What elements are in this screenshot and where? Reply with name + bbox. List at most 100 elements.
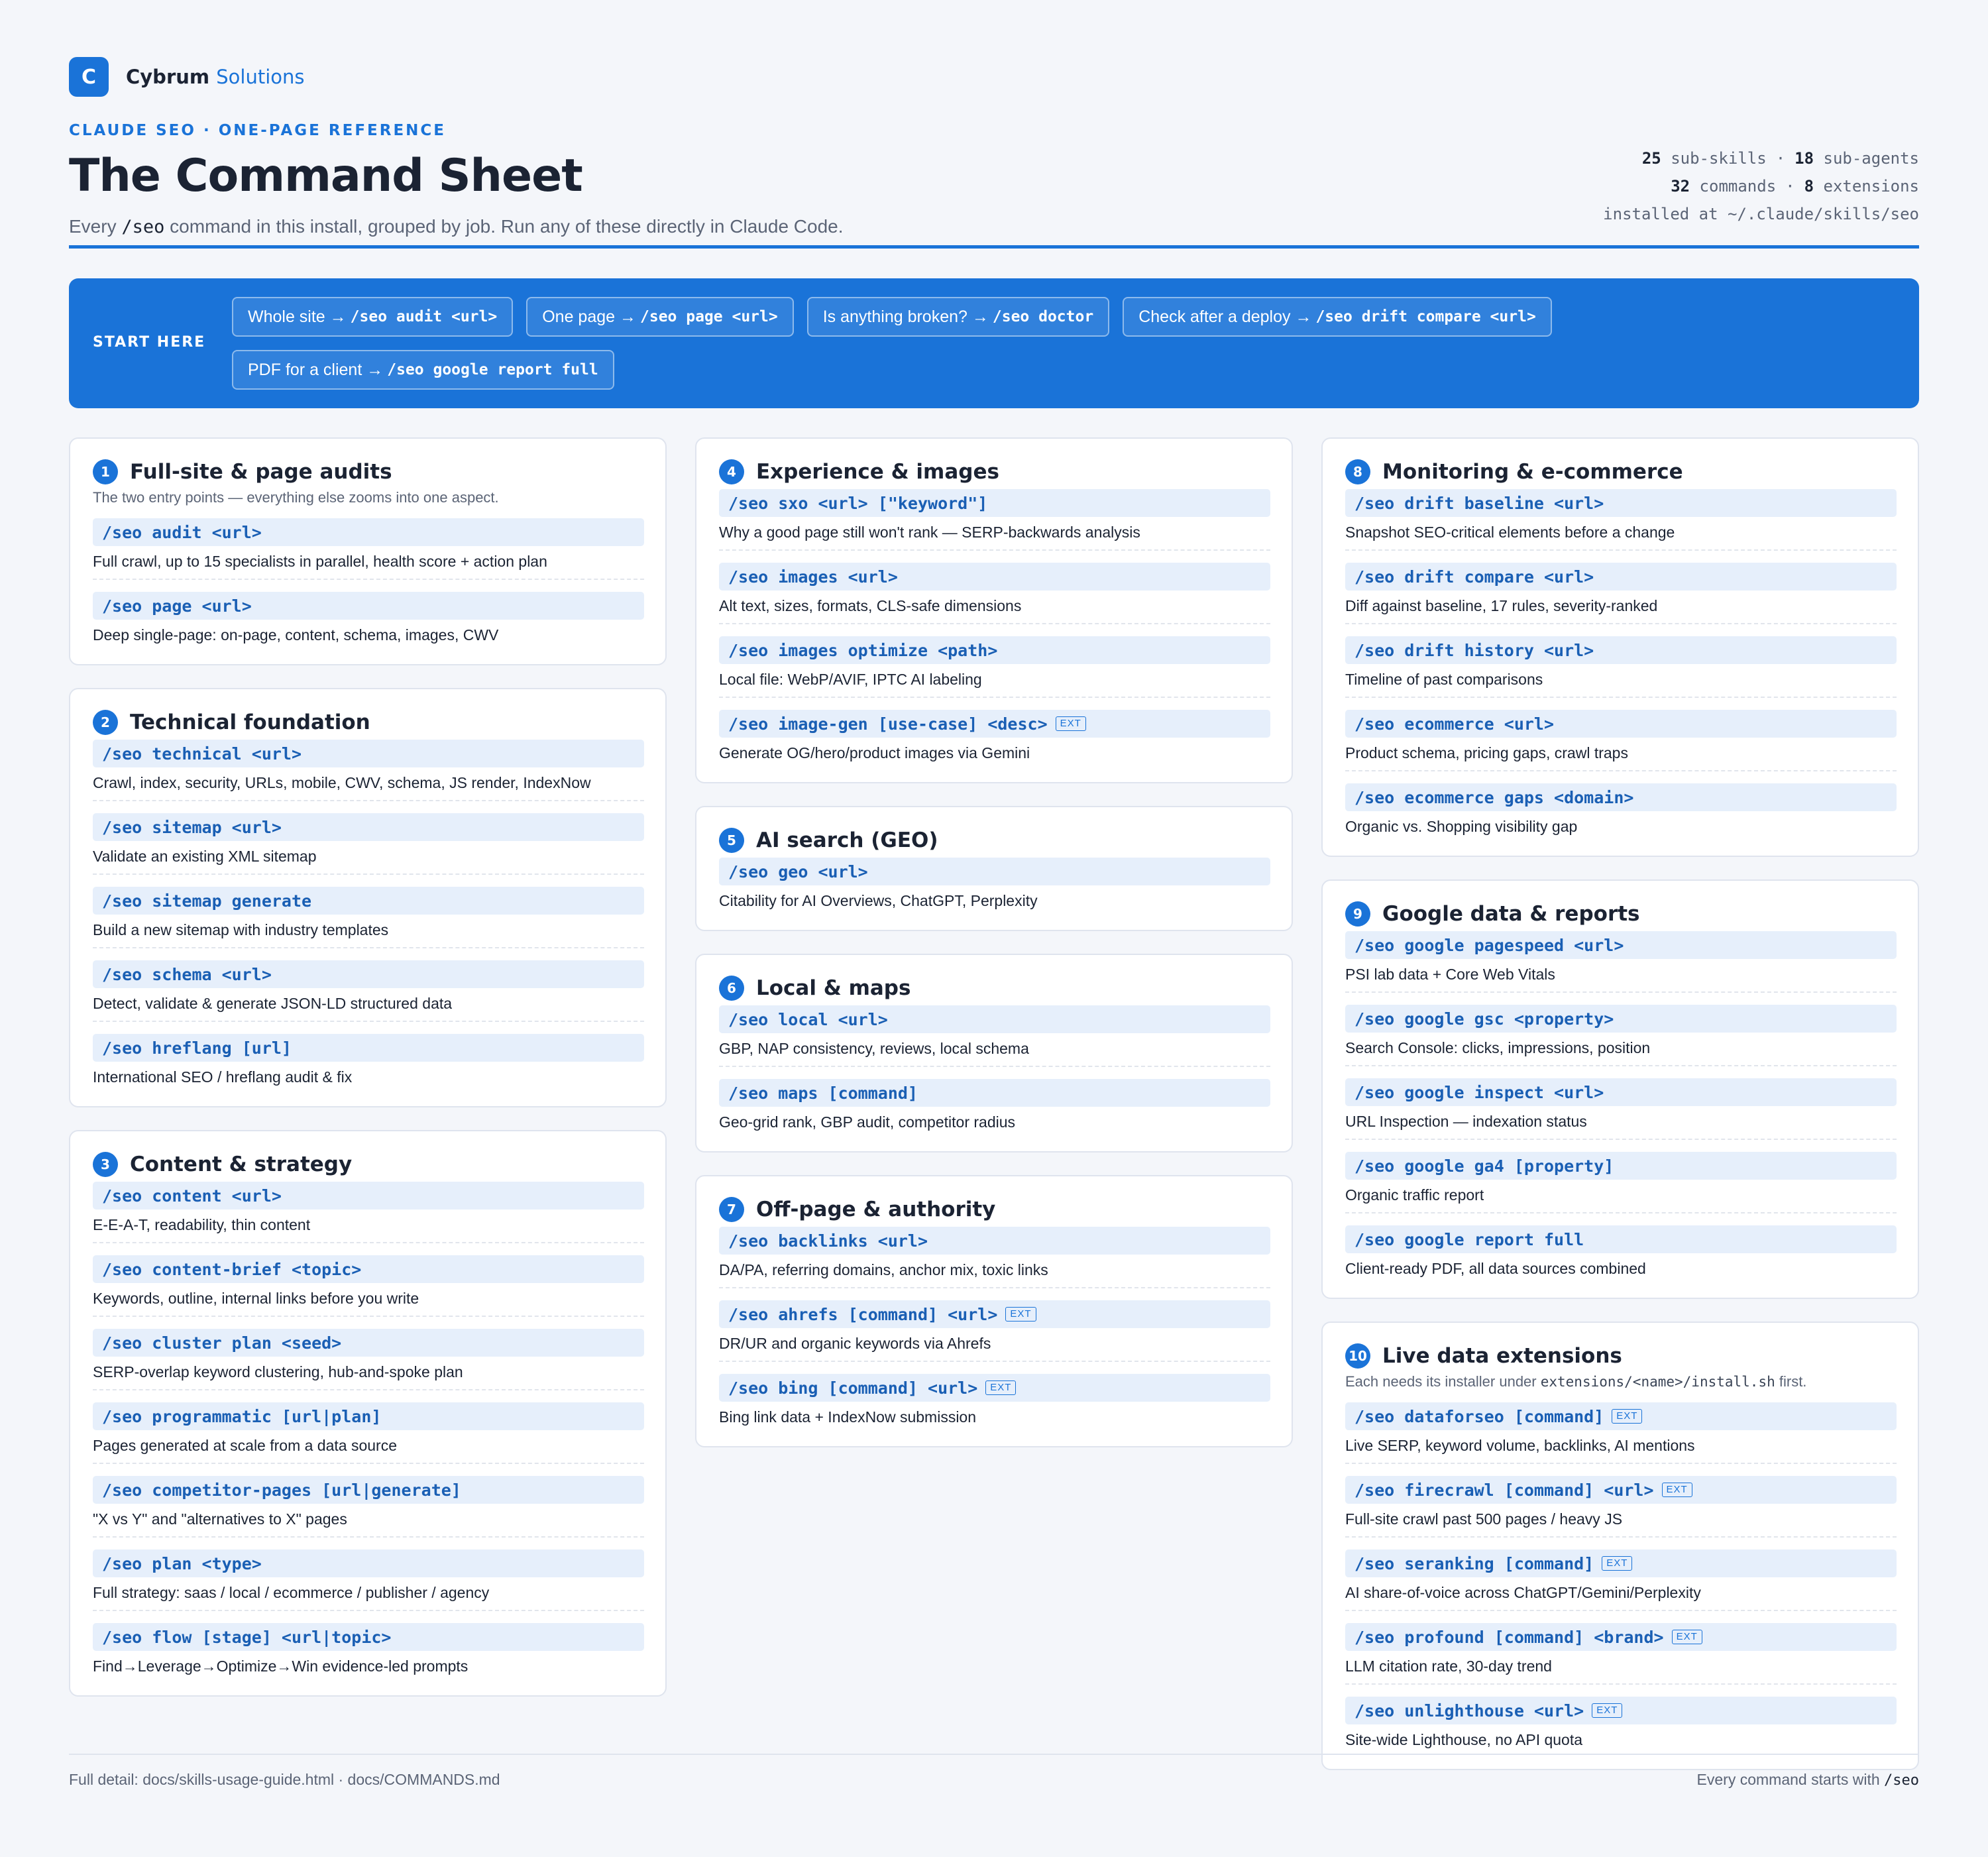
extension-badge: EXT bbox=[1592, 1703, 1623, 1718]
footer-note-code: /seo bbox=[1884, 1772, 1919, 1789]
command-code[interactable]: /seo firecrawl [command] <url> EXT bbox=[1345, 1476, 1897, 1504]
column-left: 1 Full-site & page audits The two entry po… bbox=[69, 437, 667, 1719]
brand-name-main: Cybrum bbox=[126, 66, 210, 88]
command-description: AI share-of-voice across ChatGPT/Gemini/… bbox=[1345, 1577, 1897, 1611]
command-text: /seo schema <url> bbox=[102, 964, 272, 984]
command-entry: /seo ecommerce <url> Product schema, pric… bbox=[1345, 710, 1897, 771]
section-number-badge: 4 bbox=[719, 459, 744, 484]
command-code[interactable]: /seo cluster plan <seed> bbox=[93, 1329, 644, 1357]
command-entry: /seo profound [command] <brand> EXT LLM ci… bbox=[1345, 1623, 1897, 1685]
command-code[interactable]: /seo content <url> bbox=[93, 1182, 644, 1210]
command-code[interactable]: /seo ecommerce gaps <domain> bbox=[1345, 783, 1897, 811]
command-entry: /seo maps [command] Geo-grid rank, GBP au… bbox=[719, 1079, 1270, 1133]
command-code[interactable]: /seo ahrefs [command] <url> EXT bbox=[719, 1300, 1270, 1328]
command-code[interactable]: /seo drift compare <url> bbox=[1345, 563, 1897, 591]
command-description: Deep single-page: on-page, content, sche… bbox=[93, 626, 499, 644]
command-description: GBP, NAP consistency, reviews, local sch… bbox=[719, 1033, 1270, 1067]
command-description: Full strategy: saas / local / ecommerce … bbox=[93, 1577, 644, 1611]
command-entry: /seo google ga4 [property] Organic traffi… bbox=[1345, 1152, 1897, 1213]
command-text: /seo maps [command] bbox=[728, 1083, 918, 1103]
command-code[interactable]: /seo dataforseo [command] EXT bbox=[1345, 1402, 1897, 1430]
command-description: Live SERP, keyword volume, backlinks, AI… bbox=[1345, 1430, 1897, 1464]
command-entry: /seo google inspect <url> URL Inspection … bbox=[1345, 1078, 1897, 1140]
chip-command: /seo google report full bbox=[387, 361, 598, 378]
command-text: /seo image-gen [use-case] <desc> bbox=[728, 714, 1048, 734]
command-code[interactable]: /seo hreflang [url] bbox=[93, 1034, 644, 1062]
command-code[interactable]: /seo content-brief <topic> bbox=[93, 1255, 644, 1283]
command-code[interactable]: /seo drift history <url> bbox=[1345, 636, 1897, 664]
command-code[interactable]: /seo sitemap generate bbox=[93, 887, 644, 915]
command-code[interactable]: /seo maps [command] bbox=[719, 1079, 1270, 1107]
command-code[interactable]: /seo ecommerce <url> bbox=[1345, 710, 1897, 738]
command-text: /seo ahrefs [command] <url> bbox=[728, 1304, 998, 1324]
command-code[interactable]: /seo google inspect <url> bbox=[1345, 1078, 1897, 1106]
command-code[interactable]: /seo google pagespeed <url> bbox=[1345, 931, 1897, 959]
command-text: /seo google gsc <property> bbox=[1354, 1009, 1614, 1029]
command-code[interactable]: /seo sxo <url> ["keyword"] bbox=[719, 489, 1270, 517]
extension-badge: EXT bbox=[1055, 716, 1086, 731]
command-text: /seo content <url> bbox=[102, 1186, 282, 1206]
chip-command: /seo page <url> bbox=[640, 308, 778, 325]
command-code[interactable]: /seo google ga4 [property] bbox=[1345, 1152, 1897, 1180]
eyebrow-label: CLAUDE SEO · ONE-PAGE REFERENCE bbox=[69, 122, 447, 139]
command-description: E-E-A-T, readability, thin content bbox=[93, 1210, 644, 1243]
command-text: /seo ecommerce gaps <domain> bbox=[1354, 787, 1634, 807]
command-description: "X vs Y" and "alternatives to X" pages bbox=[93, 1504, 644, 1538]
command-code[interactable]: /seo profound [command] <brand> EXT bbox=[1345, 1623, 1897, 1651]
command-text: /seo sitemap <url> bbox=[102, 817, 282, 837]
command-code[interactable]: /seo backlinks <url> bbox=[719, 1227, 1270, 1255]
command-code[interactable]: /seo geo <url> bbox=[719, 858, 1270, 885]
section-title: Monitoring & e-commerce bbox=[1382, 460, 1683, 484]
command-code[interactable]: /seo sitemap <url> bbox=[93, 813, 644, 841]
command-description: DA/PA, referring domains, anchor mix, to… bbox=[719, 1255, 1270, 1288]
command-entry: /seo schema <url> Detect, validate & gene… bbox=[93, 960, 644, 1022]
start-here-chip[interactable]: Whole site →/seo audit <url> bbox=[232, 297, 514, 337]
start-here-chip[interactable]: One page →/seo page <url> bbox=[526, 297, 794, 337]
command-text: /seo drift baseline <url> bbox=[1354, 493, 1604, 513]
start-here-chip[interactable]: PDF for a client →/seo google report ful… bbox=[232, 350, 614, 390]
command-code[interactable]: /seo programmatic [url|plan] bbox=[93, 1402, 644, 1430]
section-header: 7 Off-page & authority bbox=[719, 1195, 1270, 1224]
command-code[interactable]: /seo audit <url> bbox=[93, 518, 644, 546]
section-card: 6 Local & maps/seo local <url> GBP, NAP co… bbox=[695, 954, 1293, 1153]
command-code[interactable]: /seo image-gen [use-case] <desc> EXT bbox=[719, 710, 1270, 738]
command-code[interactable]: /seo google report full bbox=[1345, 1225, 1897, 1253]
command-code[interactable]: /seo page <url> bbox=[93, 592, 644, 620]
command-entry: /seo plan <type> Full strategy: saas / lo… bbox=[93, 1549, 644, 1611]
chip-command: /seo doctor bbox=[992, 308, 1094, 325]
command-code[interactable]: /seo bing [command] <url> EXT bbox=[719, 1374, 1270, 1402]
start-here-chip[interactable]: Check after a deploy →/seo drift compare… bbox=[1123, 297, 1552, 337]
footer-note: Every command starts with /seo bbox=[1697, 1771, 1919, 1789]
command-text: /seo hreflang [url] bbox=[102, 1038, 292, 1058]
command-code[interactable]: /seo unlighthouse <url> EXT bbox=[1345, 1697, 1897, 1724]
command-text: /seo drift history <url> bbox=[1354, 640, 1594, 660]
command-entry: /seo local <url> GBP, NAP consistency, re… bbox=[719, 1005, 1270, 1067]
brand-name: Cybrum Solutions bbox=[126, 66, 304, 88]
command-text: /seo google report full bbox=[1354, 1229, 1584, 1249]
command-entry: /seo drift baseline <url> Snapshot SEO-cr… bbox=[1345, 489, 1897, 551]
command-code[interactable]: /seo technical <url> bbox=[93, 740, 644, 767]
brand-logo: C bbox=[69, 57, 109, 97]
command-code[interactable]: /seo drift baseline <url> bbox=[1345, 489, 1897, 517]
command-description: Client-ready PDF, all data sources combi… bbox=[1345, 1260, 1646, 1277]
command-code[interactable]: /seo plan <type> bbox=[93, 1549, 644, 1577]
chip-label: Whole site → bbox=[248, 307, 347, 326]
command-code[interactable]: /seo flow [stage] <url|topic> bbox=[93, 1623, 644, 1651]
command-code[interactable]: /seo competitor-pages [url|generate] bbox=[93, 1476, 644, 1504]
command-entry: /seo programmatic [url|plan] Pages genera… bbox=[93, 1402, 644, 1464]
command-description: SERP-overlap keyword clustering, hub-and… bbox=[93, 1357, 644, 1390]
command-code[interactable]: /seo local <url> bbox=[719, 1005, 1270, 1033]
command-code[interactable]: /seo google gsc <property> bbox=[1345, 1005, 1897, 1033]
command-code[interactable]: /seo schema <url> bbox=[93, 960, 644, 988]
command-code[interactable]: /seo images optimize <path> bbox=[719, 636, 1270, 664]
command-description: International SEO / hreflang audit & fix bbox=[93, 1068, 353, 1086]
command-code[interactable]: /seo seranking [command] EXT bbox=[1345, 1549, 1897, 1577]
command-entry: /seo unlighthouse <url> EXT Site-wide Ligh… bbox=[1345, 1697, 1897, 1750]
command-entry: /seo hreflang [url] International SEO / h… bbox=[93, 1034, 644, 1088]
command-entry: /seo competitor-pages [url|generate] "X v… bbox=[93, 1476, 644, 1538]
start-here-chip[interactable]: Is anything broken? →/seo doctor bbox=[806, 297, 1110, 337]
command-description: Diff against baseline, 17 rules, severit… bbox=[1345, 591, 1897, 624]
command-entry: /seo audit <url> Full crawl, up to 15 spe… bbox=[93, 518, 644, 580]
command-code[interactable]: /seo images <url> bbox=[719, 563, 1270, 591]
command-description: Crawl, index, security, URLs, mobile, CW… bbox=[93, 767, 644, 801]
